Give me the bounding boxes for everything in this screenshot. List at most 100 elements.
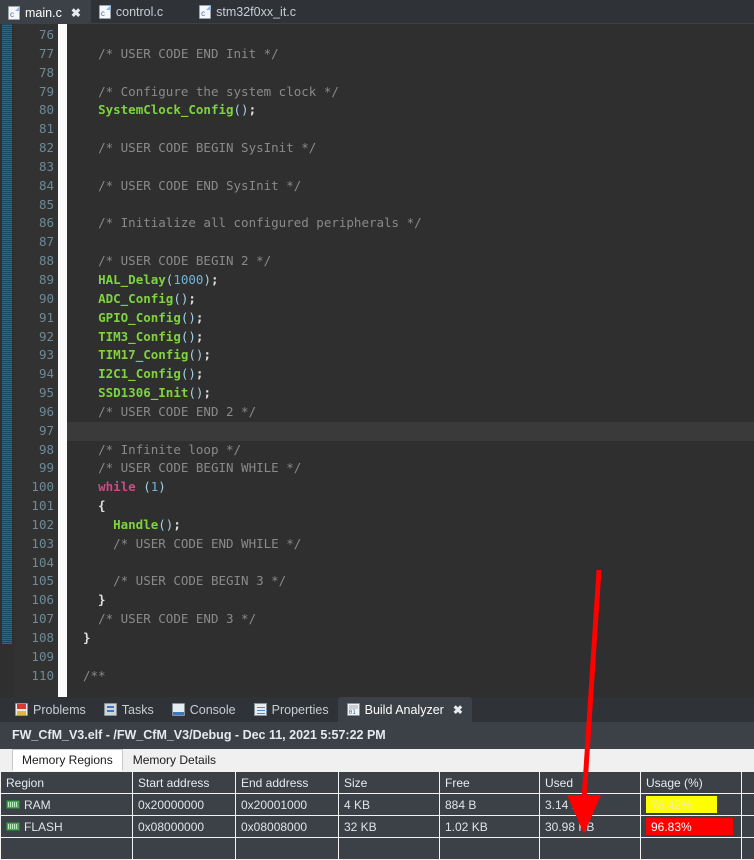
usage-label: 96.83% bbox=[651, 819, 692, 834]
editor-tab-main-c[interactable]: main.c ✖ bbox=[0, 0, 91, 24]
line-number: 83 bbox=[38, 158, 54, 174]
line-number: 85 bbox=[38, 196, 54, 212]
code-token: () bbox=[173, 290, 189, 306]
column-header-start-address[interactable]: Start address bbox=[132, 771, 236, 794]
code-token: () bbox=[180, 328, 196, 344]
c-file-icon bbox=[8, 5, 20, 20]
panel-tab-build-analyzer[interactable]: Build Analyzer ✖ bbox=[337, 697, 472, 722]
code-line[interactable]: /* USER CODE BEGIN 3 */ bbox=[67, 572, 754, 591]
memory-regions-table: Region Start address End address Size Fr… bbox=[0, 771, 754, 860]
code-line[interactable] bbox=[67, 648, 754, 667]
code-line[interactable] bbox=[67, 158, 754, 177]
cell-size: 4 KB bbox=[338, 793, 440, 816]
cell-size bbox=[338, 837, 440, 860]
code-text-area[interactable]: /* USER CODE END Init */ /* Configure th… bbox=[67, 24, 754, 697]
code-line[interactable]: while (1) bbox=[67, 478, 754, 497]
code-token: { bbox=[83, 498, 106, 514]
code-line[interactable] bbox=[67, 421, 754, 441]
column-header-used[interactable]: Used bbox=[539, 771, 641, 794]
code-line[interactable]: /* Initialize all configured peripherals… bbox=[67, 214, 754, 233]
table-row[interactable]: FLASH 0x08000000 0x08008000 32 KB 1.02 KB 30.… bbox=[0, 815, 754, 838]
cell-usage: 96.83% bbox=[640, 815, 742, 838]
code-token: /* Infinite loop */ bbox=[98, 441, 242, 457]
code-line[interactable]: /* USER CODE END SysInit */ bbox=[67, 177, 754, 196]
column-header-end-address[interactable]: End address bbox=[235, 771, 339, 794]
code-line[interactable]: } bbox=[67, 629, 754, 648]
panel-tab-tasks[interactable]: Tasks bbox=[95, 697, 163, 722]
code-token: ; bbox=[203, 347, 211, 363]
code-line[interactable] bbox=[67, 120, 754, 139]
code-token: ( bbox=[143, 479, 151, 495]
code-line[interactable]: /* Infinite loop */ bbox=[67, 441, 754, 460]
code-line[interactable]: GPIO_Config(); bbox=[67, 309, 754, 328]
code-token: ; bbox=[195, 328, 204, 344]
code-line[interactable]: Handle(); bbox=[67, 516, 754, 535]
table-row[interactable]: RAM 0x20000000 0x20001000 4 KB 884 B 3.14 KB 7… bbox=[0, 793, 754, 816]
code-line[interactable]: /* USER CODE END WHILE */ bbox=[67, 535, 754, 554]
code-line[interactable] bbox=[67, 64, 754, 83]
code-line[interactable]: /** bbox=[67, 667, 754, 686]
code-line[interactable]: /* USER CODE BEGIN SysInit */ bbox=[67, 139, 754, 158]
code-line[interactable]: I2C1_Config(); bbox=[67, 365, 754, 384]
code-line[interactable]: /* USER CODE BEGIN 2 */ bbox=[67, 252, 754, 271]
cell-region: FLASH bbox=[0, 815, 133, 838]
code-token: () bbox=[158, 516, 174, 532]
editor-tab-control-c[interactable]: control.c bbox=[91, 0, 173, 23]
sub-tab-memory-regions[interactable]: Memory Regions bbox=[12, 749, 123, 771]
code-line[interactable]: /* USER CODE END Init */ bbox=[67, 45, 754, 64]
code-line[interactable]: ADC_Config(); bbox=[67, 290, 754, 309]
code-line[interactable]: { bbox=[67, 497, 754, 516]
annotation-ruler[interactable] bbox=[0, 24, 14, 697]
folding-change-bar[interactable] bbox=[58, 24, 67, 697]
code-line[interactable] bbox=[67, 554, 754, 573]
code-line[interactable]: SystemClock_Config(); bbox=[67, 101, 754, 120]
code-line[interactable]: /* USER CODE END 2 */ bbox=[67, 403, 754, 422]
column-header-usage[interactable]: Usage (%) bbox=[640, 771, 742, 794]
panel-tab-problems[interactable]: Problems bbox=[6, 697, 95, 722]
cell-used: 30.98 KB bbox=[539, 815, 641, 838]
cell-spacer bbox=[741, 793, 754, 816]
code-line[interactable]: TIM3_Config(); bbox=[67, 328, 754, 347]
code-line[interactable] bbox=[67, 26, 754, 45]
panel-tab-label: Console bbox=[189, 702, 236, 717]
code-token: ; bbox=[210, 271, 219, 287]
editor-tab-stm32f0xx-it-c[interactable]: stm32f0xx_it.c bbox=[191, 0, 306, 23]
column-header-free[interactable]: Free bbox=[439, 771, 540, 794]
panel-tab-console[interactable]: Console bbox=[163, 697, 245, 722]
code-line[interactable] bbox=[67, 233, 754, 252]
code-line[interactable]: /* USER CODE BEGIN WHILE */ bbox=[67, 459, 754, 478]
panel-tab-label: Tasks bbox=[121, 702, 154, 717]
cell-used: 3.14 KB bbox=[539, 793, 641, 816]
column-header-region[interactable]: Region bbox=[0, 771, 133, 794]
code-line[interactable]: HAL_Delay(1000); bbox=[67, 271, 754, 290]
usage-label: 78.42% bbox=[651, 797, 692, 812]
code-line[interactable]: SSD1306_Init(); bbox=[67, 384, 754, 403]
line-number: 109 bbox=[31, 648, 54, 664]
code-line[interactable]: /* USER CODE END 3 */ bbox=[67, 610, 754, 629]
cell-region: RAM bbox=[0, 793, 133, 816]
code-line[interactable]: TIM17_Config(); bbox=[67, 346, 754, 365]
properties-icon bbox=[253, 703, 267, 716]
panel-tab-properties[interactable]: Properties bbox=[245, 697, 338, 722]
cell-spacer bbox=[741, 815, 754, 838]
code-editor[interactable]: 76 77 78 79 80 81 82 83 84 85 86 87 88 89 90 91 92 93 94 95… bbox=[0, 24, 754, 697]
line-number: 88 bbox=[38, 253, 54, 269]
code-token: /* Initialize all configured peripherals… bbox=[98, 215, 422, 231]
line-number: 77 bbox=[38, 45, 54, 61]
close-icon[interactable]: ✖ bbox=[71, 7, 81, 19]
memory-chip-icon bbox=[6, 822, 20, 831]
close-icon[interactable]: ✖ bbox=[453, 703, 463, 717]
code-token: } bbox=[83, 592, 106, 608]
column-header-size[interactable]: Size bbox=[338, 771, 440, 794]
code-line[interactable]: /* Configure the system clock */ bbox=[67, 83, 754, 102]
code-token: HAL_Delay bbox=[98, 271, 166, 287]
code-line[interactable]: } bbox=[67, 591, 754, 610]
table-row[interactable] bbox=[0, 837, 754, 860]
cell-end-address: 0x08008000 bbox=[235, 815, 339, 838]
sub-tab-memory-details[interactable]: Memory Details bbox=[122, 749, 227, 771]
code-line[interactable] bbox=[67, 196, 754, 215]
